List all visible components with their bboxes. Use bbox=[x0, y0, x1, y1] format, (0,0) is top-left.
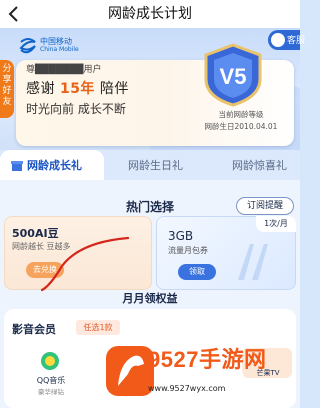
customer-service-button[interactable]: 客服 bbox=[268, 30, 305, 50]
masked-username: 尊███████用户 bbox=[26, 65, 102, 75]
monthly-section-title: 月月领权益 bbox=[122, 292, 178, 305]
headset-icon bbox=[271, 33, 285, 47]
frequency-tag: 1次/月 bbox=[256, 216, 296, 232]
data-pack-decoration-icon bbox=[238, 244, 268, 280]
claim-button[interactable]: 领取 bbox=[178, 264, 216, 280]
subscribe-reminder-button[interactable]: 订阅提醒 bbox=[236, 197, 294, 215]
network-birthday: 网龄生日2010.04.01 bbox=[204, 122, 278, 131]
china-mobile-icon bbox=[19, 38, 36, 54]
vip-title: 影音会员 bbox=[12, 323, 56, 336]
qq-music-icon[interactable] bbox=[39, 350, 61, 372]
tab-surprise-gift[interactable]: 网龄惊喜礼 bbox=[232, 157, 287, 173]
slogan-line-2: 时光向前 成长不断 bbox=[26, 102, 126, 116]
operator-logo: 中国移动 China Mobile bbox=[18, 36, 110, 62]
customer-service-label: 客服 bbox=[287, 36, 306, 46]
operator-name-en: China Mobile bbox=[40, 46, 79, 53]
data-pack-desc: 流量月包券 bbox=[168, 246, 208, 255]
qq-music-name: QQ音乐 bbox=[36, 376, 66, 385]
doodle-stroke bbox=[40, 236, 130, 292]
level-badge-icon: V5 bbox=[204, 43, 262, 107]
mango-tv-name: 芒果TV bbox=[256, 369, 280, 377]
share-tab[interactable]: 分享好友 bbox=[0, 60, 14, 118]
level-badge-text: V5 bbox=[220, 64, 247, 89]
years-highlight: 15年 bbox=[59, 81, 95, 97]
slogan-line-1: 感谢 15年 陪伴 bbox=[26, 81, 129, 97]
qq-music-desc: 豪华绿钻 bbox=[38, 388, 64, 396]
watermark-url: www.9527wyx.com bbox=[148, 384, 226, 393]
level-label: 当前网龄等级 bbox=[218, 110, 264, 119]
page-title: 网龄成长计划 bbox=[108, 6, 192, 22]
gift-icon bbox=[11, 161, 23, 171]
vip-pick-tag: 任选1款 bbox=[76, 320, 120, 335]
tab-birthday-gift[interactable]: 网龄生日礼 bbox=[128, 157, 183, 173]
data-pack-name: 3GB bbox=[168, 229, 194, 243]
share-tab-label: 分享好友 bbox=[2, 64, 12, 107]
tab-growth-gift-label: 网龄成长礼 bbox=[27, 159, 82, 172]
